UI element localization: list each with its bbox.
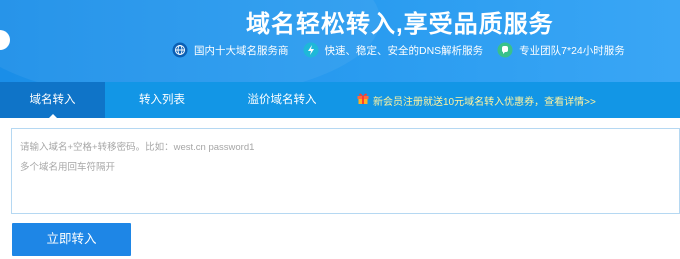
tab-premium-domain-transfer[interactable]: 溢价域名转入	[232, 82, 332, 118]
promo-text: 新会员注册就送10元域名转入优惠券，查看详情>>	[373, 96, 596, 108]
gift-icon	[356, 91, 370, 110]
promo-link[interactable]: 新会员注册就送10元域名转入优惠券，查看详情>>	[356, 82, 596, 118]
tab-bar: 域名转入 转入列表 溢价域名转入 新会员注册就送10元域名转入优惠券，查看详情>…	[0, 82, 680, 119]
feature-item: 国内十大域名服务商	[172, 42, 289, 58]
feature-item: 快速、稳定、安全的DNS解析服务	[303, 42, 484, 58]
tab-label: 溢价域名转入	[247, 94, 317, 106]
domain-input-textarea[interactable]: 请输入域名+空格+转移密码。比如：west.cn password1 多个域名用…	[11, 128, 680, 214]
globe-icon	[172, 42, 188, 58]
placeholder-line: 多个域名用回车符隔开	[20, 162, 116, 173]
placeholder-line: 请输入域名+空格+转移密码。比如：west.cn password1	[20, 142, 255, 153]
feature-text: 专业团队7*24小时服务	[519, 44, 625, 57]
submit-transfer-button[interactable]: 立即转入	[12, 223, 131, 256]
banner-title: 域名轻松转入,享受品质服务	[246, 11, 554, 38]
speed-icon	[303, 42, 319, 58]
active-tab-indicator	[47, 114, 58, 119]
hero-banner: 域名轻松转入,享受品质服务 国内十大域名服务商 快速、稳定、安全的DNS解析服务…	[0, 0, 680, 82]
feature-text: 国内十大域名服务商	[194, 44, 289, 57]
tab-label: 域名转入	[29, 94, 76, 106]
tab-domain-transfer[interactable]: 域名转入	[0, 82, 105, 119]
feature-text: 快速、稳定、安全的DNS解析服务	[324, 44, 484, 57]
domain-transfer-page: 域名轻松转入,享受品质服务 国内十大域名服务商 快速、稳定、安全的DNS解析服务…	[0, 0, 680, 259]
tab-label: 转入列表	[139, 94, 185, 106]
feature-list: 国内十大域名服务商 快速、稳定、安全的DNS解析服务 专业团队7*24小时服务	[172, 40, 625, 60]
feature-item: 专业团队7*24小时服务	[497, 42, 625, 58]
tab-transfer-list[interactable]: 转入列表	[112, 82, 212, 118]
support-icon	[497, 42, 513, 58]
